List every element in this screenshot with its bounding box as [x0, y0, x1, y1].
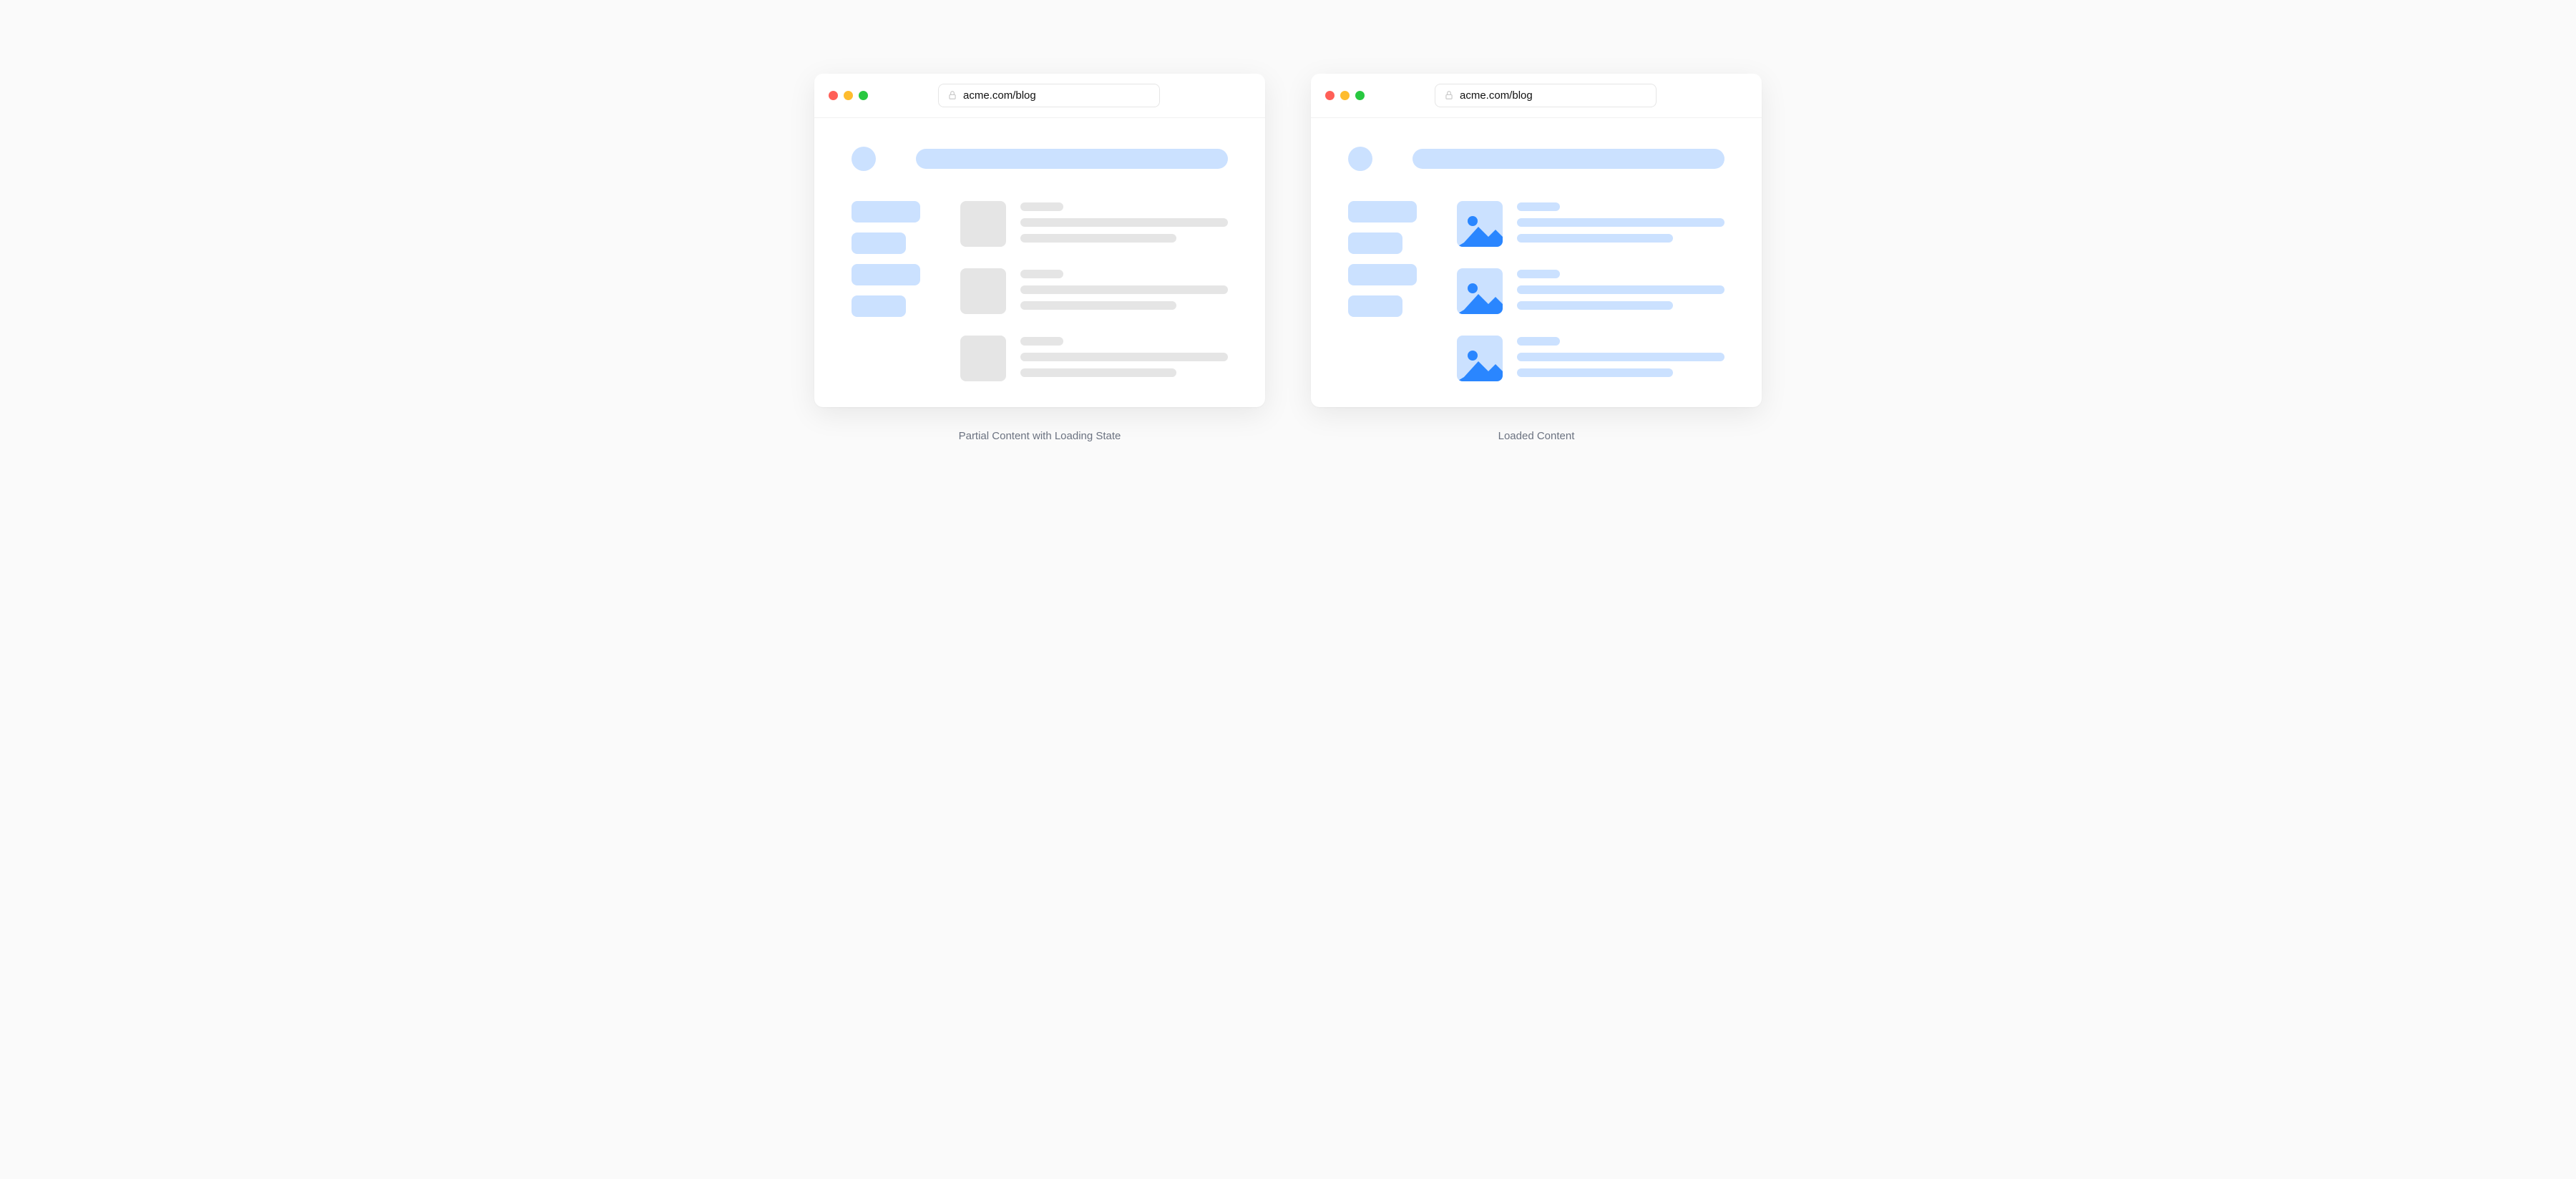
text-placeholder [1020, 368, 1176, 377]
thumbnail-image [1457, 268, 1503, 314]
image-icon [1457, 201, 1503, 247]
sidebar-item-placeholder [1348, 201, 1417, 222]
list-item [1457, 201, 1724, 247]
text-placeholder [1517, 234, 1673, 243]
text-placeholder [1517, 218, 1724, 227]
text-placeholder [1517, 301, 1673, 310]
sidebar-item-placeholder [1348, 233, 1402, 254]
maximize-icon[interactable] [1355, 91, 1365, 100]
lock-icon [1444, 90, 1454, 100]
article-list-loaded [1457, 201, 1724, 381]
list-item [1457, 336, 1724, 381]
list-item [960, 336, 1228, 381]
nav-placeholder [916, 149, 1228, 169]
title-placeholder [1517, 270, 1560, 278]
sidebar-item-placeholder [852, 295, 906, 317]
image-icon [1457, 336, 1503, 381]
text-placeholder [1020, 285, 1228, 294]
text-placeholder [1517, 368, 1673, 377]
example-loading-state: acme.com/blog [814, 74, 1265, 442]
caption: Loaded Content [1498, 430, 1575, 442]
sidebar-item-placeholder [1348, 295, 1402, 317]
caption: Partial Content with Loading State [959, 430, 1121, 442]
sidebar-placeholder [852, 201, 920, 381]
url-text: acme.com/blog [963, 89, 1036, 102]
close-icon[interactable] [829, 91, 838, 100]
url-text: acme.com/blog [1460, 89, 1533, 102]
browser-window: acme.com/blog [814, 74, 1265, 407]
text-placeholder [1020, 234, 1176, 243]
title-placeholder [1020, 337, 1063, 346]
title-placeholder [1517, 337, 1560, 346]
sidebar-item-placeholder [1348, 264, 1417, 285]
text-placeholder [1020, 301, 1176, 310]
title-placeholder [1020, 270, 1063, 278]
page-content [814, 118, 1265, 407]
sidebar-item-placeholder [852, 264, 920, 285]
text-placeholder [1020, 218, 1228, 227]
text-placeholder [1517, 285, 1724, 294]
close-icon[interactable] [1325, 91, 1335, 100]
sidebar-item-placeholder [852, 233, 906, 254]
browser-chrome: acme.com/blog [1311, 74, 1762, 118]
browser-chrome: acme.com/blog [814, 74, 1265, 118]
address-bar[interactable]: acme.com/blog [938, 84, 1160, 107]
list-item [1457, 268, 1724, 314]
title-placeholder [1517, 202, 1560, 211]
example-loaded-state: acme.com/blog [1311, 74, 1762, 442]
logo-placeholder [1348, 147, 1372, 171]
thumbnail-image [1457, 201, 1503, 247]
logo-placeholder [852, 147, 876, 171]
thumbnail-placeholder [960, 268, 1006, 314]
maximize-icon[interactable] [859, 91, 868, 100]
browser-window: acme.com/blog [1311, 74, 1762, 407]
page-content [1311, 118, 1762, 407]
title-placeholder [1020, 202, 1063, 211]
lock-icon [947, 90, 957, 100]
list-item [960, 268, 1228, 314]
text-placeholder [1020, 353, 1228, 361]
thumbnail-image [1457, 336, 1503, 381]
traffic-lights [1325, 91, 1365, 100]
traffic-lights [829, 91, 868, 100]
minimize-icon[interactable] [1340, 91, 1350, 100]
text-placeholder [1517, 353, 1724, 361]
thumbnail-placeholder [960, 336, 1006, 381]
list-item [960, 201, 1228, 247]
image-icon [1457, 268, 1503, 314]
thumbnail-placeholder [960, 201, 1006, 247]
nav-placeholder [1413, 149, 1724, 169]
sidebar-placeholder [1348, 201, 1417, 381]
article-list-loading [960, 201, 1228, 381]
minimize-icon[interactable] [844, 91, 853, 100]
sidebar-item-placeholder [852, 201, 920, 222]
address-bar[interactable]: acme.com/blog [1435, 84, 1657, 107]
